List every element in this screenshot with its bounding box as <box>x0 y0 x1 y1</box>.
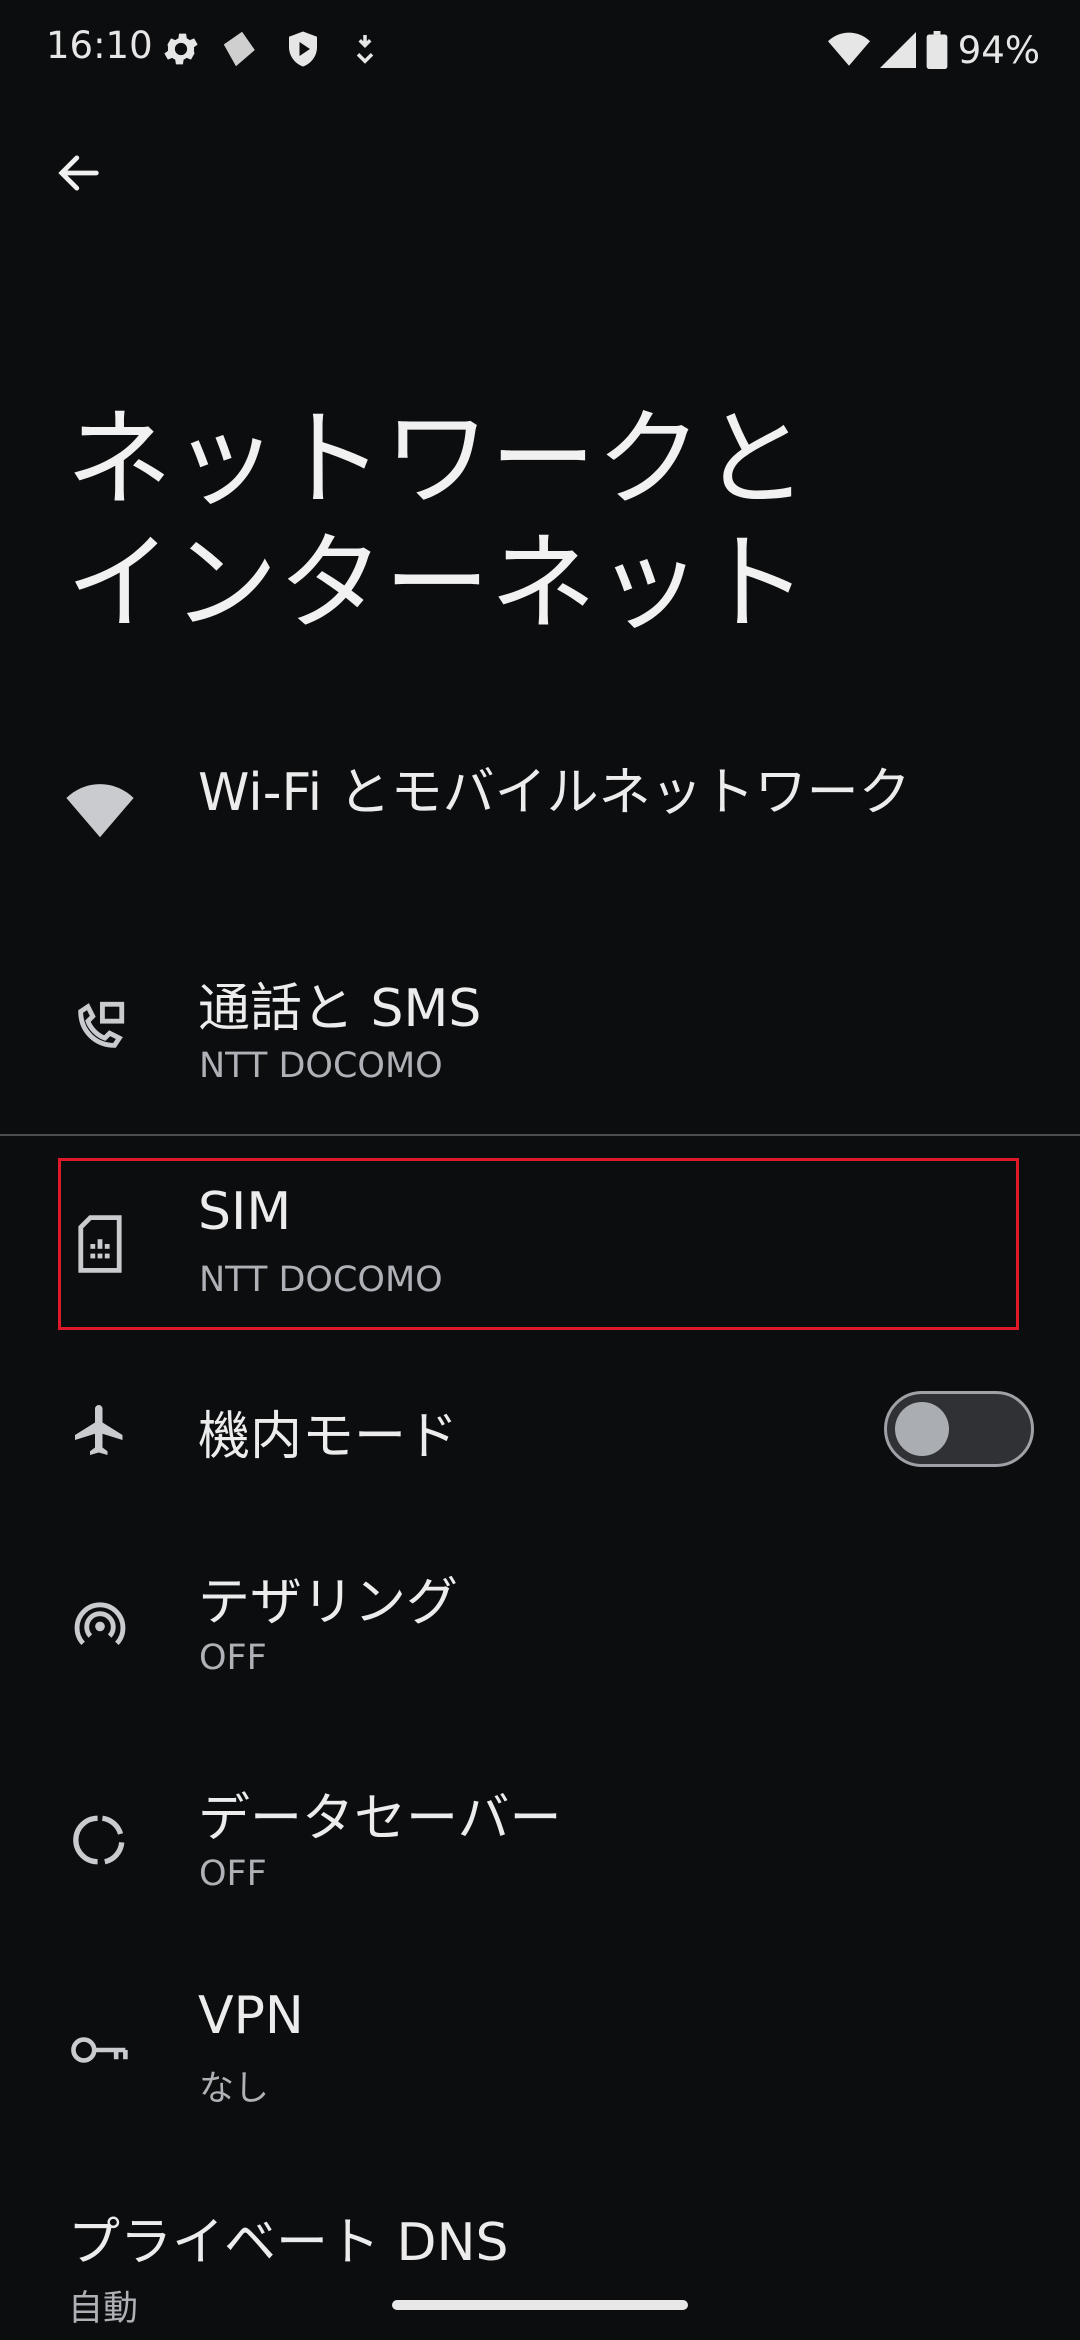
battery-percent: 94% <box>957 28 1040 72</box>
item-subtitle: 自動 <box>68 2289 139 2329</box>
battery-icon <box>926 31 948 69</box>
private-dns-item[interactable]: プライベート DNS 自動 <box>0 2200 1080 2340</box>
item-subtitle: OFF <box>199 1854 267 1894</box>
item-title: 通話と SMS <box>198 979 482 1039</box>
item-title: プライベート DNS <box>68 2213 509 2273</box>
wifi-icon <box>827 32 870 66</box>
data-saver-item[interactable]: データセーバー OFF <box>0 1756 1080 1926</box>
item-subtitle: なし <box>199 2069 270 2109</box>
highlight-box <box>58 1158 1019 1330</box>
call-sms-icon <box>64 990 136 1062</box>
status-time: 16:10 <box>46 24 153 67</box>
wifi-mobile-networks-item[interactable]: Wi-Fi とモバイルネットワーク <box>0 730 1080 900</box>
signal-icon <box>879 32 916 68</box>
status-right-group: 94% <box>827 24 1040 76</box>
app-notification-icon <box>223 31 255 67</box>
shield-icon <box>289 31 317 67</box>
gesture-nav-handle[interactable] <box>392 2300 688 2310</box>
calls-sms-item[interactable]: 通話と SMS NTT DOCOMO <box>0 960 1080 1130</box>
item-title: Wi-Fi とモバイルネットワーク <box>198 763 911 823</box>
status-bar: 16:10 94% <box>0 0 1080 100</box>
section-divider <box>0 1134 1080 1136</box>
toggle-knob <box>895 1402 949 1456</box>
item-subtitle: OFF <box>199 1638 267 1678</box>
item-title: VPN <box>198 1986 304 2046</box>
tethering-item[interactable]: テザリング OFF <box>0 1540 1080 1710</box>
airplane-icon <box>64 1394 136 1466</box>
page-title-line-2: インターネット <box>66 522 808 645</box>
page-title-line-1: ネットワークと <box>66 398 808 521</box>
airplane-mode-toggle[interactable] <box>884 1391 1034 1467</box>
download-icon <box>356 35 374 64</box>
hotspot-icon <box>64 1588 136 1660</box>
vpn-item[interactable]: VPN なし <box>0 1986 1080 2136</box>
item-title: テザリング <box>198 1573 459 1633</box>
back-button[interactable] <box>44 138 114 208</box>
wifi-icon <box>64 776 136 848</box>
settings-gear-icon <box>164 33 198 65</box>
page-title: ネットワークと インターネット <box>66 398 1026 646</box>
arrow-back-icon <box>58 155 99 191</box>
item-subtitle: NTT DOCOMO <box>199 1046 443 1086</box>
item-title: データセーバー <box>198 1789 562 1849</box>
data-saver-icon <box>64 1804 136 1876</box>
vpn-key-icon <box>64 2014 136 2086</box>
item-title: 機内モード <box>198 1407 459 1467</box>
